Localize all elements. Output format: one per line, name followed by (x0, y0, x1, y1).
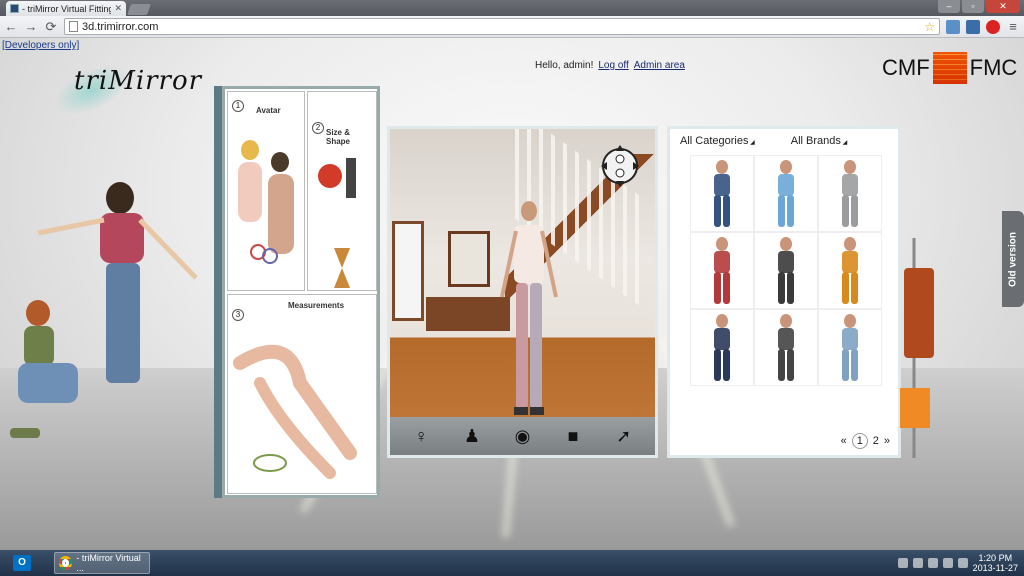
measurements-sketch (233, 344, 357, 479)
developers-link[interactable]: [Developers only] (2, 40, 79, 51)
tab-title: - triMirror Virtual Fitting R (22, 3, 112, 14)
product-thumbnail[interactable] (754, 155, 818, 232)
section-number: 3 (232, 309, 244, 321)
outlook-button[interactable]: O (0, 550, 44, 576)
fitting-room-viewer[interactable]: ♀ ♟ ◉ ■ ➚ (387, 126, 658, 458)
tray-icon[interactable] (912, 558, 923, 568)
camera-navigation-control[interactable] (597, 143, 643, 189)
tray-icon[interactable] (897, 558, 908, 568)
address-bar[interactable]: 3d.trimirror.com ☆ (64, 18, 940, 35)
brand-logo: CMF FMC (882, 52, 1017, 84)
product-thumbnail[interactable] (754, 309, 818, 386)
arrow-icon[interactable]: ➚ (609, 422, 639, 450)
brand-filter[interactable]: All Brands (791, 135, 847, 147)
clothing-catalog: All Categories All Brands « 1 2 » (667, 126, 901, 458)
url-text: 3d.trimirror.com (82, 20, 159, 33)
eye-icon[interactable]: ◉ (507, 422, 537, 450)
logoff-link[interactable]: Log off (598, 60, 628, 71)
extension-icon[interactable] (946, 19, 960, 34)
maximize-button[interactable]: ▫ (962, 0, 984, 13)
camera-icon[interactable]: ■ (558, 422, 588, 450)
product-grid (690, 155, 882, 386)
bookmark-star-icon[interactable]: ☆ (924, 20, 935, 34)
forward-button[interactable]: → (24, 19, 38, 34)
page-2-link[interactable]: 2 (873, 435, 879, 447)
room-window (392, 221, 424, 321)
extension-icon[interactable] (986, 19, 1000, 34)
section-label: Measurements (288, 301, 345, 310)
brand-mark-icon (932, 52, 967, 84)
product-thumbnail[interactable] (690, 232, 754, 309)
product-thumbnail[interactable] (690, 155, 754, 232)
prev-page-button[interactable]: « (841, 435, 847, 447)
size-shape-section[interactable]: 2 Size & Shape (307, 91, 377, 291)
room-cabinet (426, 297, 510, 331)
volume-icon[interactable] (957, 558, 968, 568)
window-controls: – ▫ ✕ (938, 0, 1020, 13)
wall-painting (448, 231, 490, 287)
user-bar: Hello, admin! Log off Admin area (535, 60, 685, 71)
chrome-task-button[interactable]: - triMirror Virtual ... (54, 552, 150, 574)
pagination: « 1 2 » (841, 433, 890, 449)
clock[interactable]: 1:20 PM 2013-11-27 (973, 553, 1018, 573)
avatar-female-tool-icon[interactable]: ♀ (406, 422, 436, 450)
viewer-toolbar: ♀ ♟ ◉ ■ ➚ (390, 417, 655, 455)
chrome-icon (59, 556, 73, 570)
browser-tabstrip: - triMirror Virtual Fitting R ✕ – ▫ ✕ (0, 0, 1024, 16)
catalog-filters: All Categories All Brands (680, 135, 888, 147)
illustration-figures (10, 182, 198, 438)
category-filter[interactable]: All Categories (680, 135, 755, 147)
system-tray: 1:20 PM 2013-11-27 (897, 553, 1024, 573)
new-tab-button[interactable] (126, 4, 152, 15)
avatar-setup-book: 1 Avatar 2 Size & Shape 3 Measurements (222, 86, 380, 498)
section-number: 1 (232, 100, 244, 112)
page-icon (69, 21, 78, 32)
page-content: [Developers only] triMirror Hello, admin… (0, 38, 1024, 550)
current-page[interactable]: 1 (851, 433, 868, 449)
avatar-dressed-tool-icon[interactable]: ♟ (457, 422, 487, 450)
back-button[interactable]: ← (4, 19, 18, 34)
network-icon[interactable] (942, 558, 953, 568)
extension-icon[interactable] (966, 19, 980, 34)
clothes-rack (900, 238, 934, 458)
browser-toolbar: ← → ⟳ 3d.trimirror.com ☆ ≡ (0, 16, 1024, 38)
tab-close-icon[interactable]: ✕ (114, 3, 122, 14)
menu-icon[interactable]: ≡ (1006, 19, 1020, 34)
product-thumbnail[interactable] (818, 155, 882, 232)
task-label: - triMirror Virtual ... (76, 553, 141, 573)
size-shape-sketch (318, 158, 356, 288)
product-thumbnail[interactable] (818, 309, 882, 386)
reload-button[interactable]: ⟳ (44, 19, 58, 35)
tray-icon[interactable] (927, 558, 938, 568)
avatar-sketch (238, 140, 294, 264)
section-label: Avatar (256, 106, 281, 115)
product-thumbnail[interactable] (690, 309, 754, 386)
product-thumbnail[interactable] (818, 232, 882, 309)
avatar-section[interactable]: 1 Avatar (227, 91, 305, 291)
trimirror-logo[interactable]: triMirror (47, 52, 222, 126)
section-number: 2 (312, 122, 324, 134)
section-label: Size & Shape (326, 128, 351, 146)
windows-taskbar: O - triMirror Virtual ... 1:20 PM 2013-1… (0, 550, 1024, 576)
product-thumbnail[interactable] (754, 232, 818, 309)
minimize-button[interactable]: – (938, 0, 960, 13)
next-page-button[interactable]: » (884, 435, 890, 447)
close-window-button[interactable]: ✕ (986, 0, 1020, 13)
favicon-icon (10, 4, 19, 13)
browser-tab[interactable]: - triMirror Virtual Fitting R ✕ (6, 1, 126, 16)
admin-area-link[interactable]: Admin area (634, 60, 685, 71)
old-version-tab[interactable]: Old version (1002, 211, 1024, 307)
avatar-model[interactable] (500, 197, 558, 421)
measurements-section[interactable]: 3 Measurements (227, 294, 377, 494)
greeting-text: Hello, admin! (535, 60, 594, 71)
